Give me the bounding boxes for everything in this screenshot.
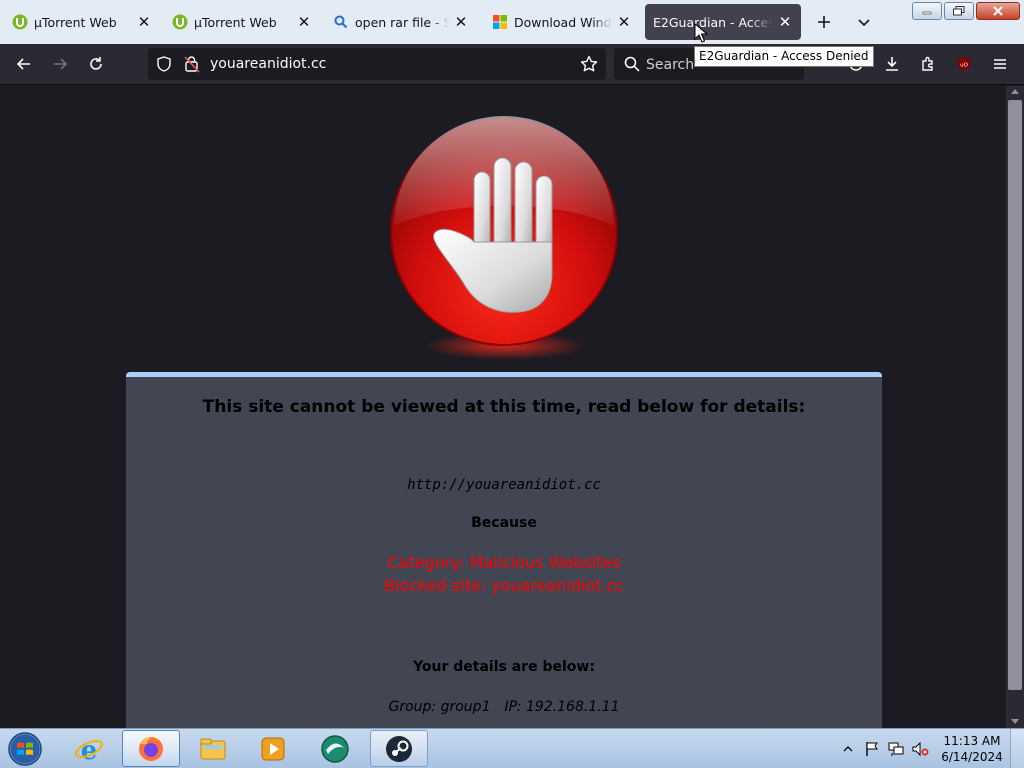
new-tab-button[interactable] bbox=[810, 8, 838, 36]
system-tray: 11:13 AM 6/14/2024 bbox=[836, 729, 1024, 768]
browser-globe-icon bbox=[321, 734, 349, 763]
close-window-button[interactable] bbox=[976, 2, 1020, 20]
taskbar-steam[interactable] bbox=[370, 730, 428, 767]
restore-icon bbox=[953, 6, 965, 16]
url-text[interactable]: youareanidiot.cc bbox=[210, 56, 326, 72]
tab-title: Download Windows bbox=[514, 14, 612, 30]
steam-icon bbox=[386, 735, 412, 762]
utorrent-icon bbox=[12, 14, 28, 30]
tab-close-button[interactable]: ✕ bbox=[296, 14, 312, 30]
scroll-up-arrow-icon[interactable] bbox=[1011, 89, 1019, 94]
tab-title: µTorrent Web bbox=[34, 14, 117, 30]
tracking-protection-shield-icon[interactable] bbox=[156, 56, 172, 76]
tab-e2guardian[interactable]: E2Guardian - Access Denied ✕ bbox=[645, 4, 801, 40]
clock-time: 11:13 AM bbox=[943, 734, 1001, 748]
clock[interactable]: 11:13 AM 6/14/2024 bbox=[938, 733, 1006, 765]
microsoft-icon bbox=[492, 14, 508, 30]
details-heading: Your details are below: bbox=[413, 659, 595, 675]
utorrent-icon bbox=[172, 14, 188, 30]
group-value: Group: group1 bbox=[388, 699, 491, 715]
downloads-button[interactable] bbox=[878, 50, 906, 78]
taskbar-media-player[interactable] bbox=[244, 730, 302, 767]
start-button[interactable] bbox=[6, 731, 44, 767]
app-menu-button[interactable] bbox=[986, 50, 1014, 78]
search-icon bbox=[333, 14, 349, 30]
windows-start-orb-icon bbox=[8, 732, 42, 766]
tab-close-button[interactable]: ✕ bbox=[777, 14, 793, 30]
denied-heading: This site cannot be viewed at this time,… bbox=[202, 397, 806, 417]
reload-button[interactable] bbox=[82, 50, 110, 78]
back-button[interactable] bbox=[10, 50, 38, 78]
close-icon bbox=[993, 6, 1003, 16]
scrollbar-thumb[interactable] bbox=[1008, 100, 1022, 690]
internet-explorer-icon: e bbox=[75, 736, 103, 764]
reason-category: Category: Malicious Websites bbox=[387, 553, 621, 572]
user-details: Group: group1 IP: 192.168.1.11 bbox=[126, 699, 882, 715]
action-center-flag-icon[interactable] bbox=[862, 739, 882, 759]
window-controls bbox=[912, 2, 1020, 20]
page-content: This site cannot be viewed at this time,… bbox=[0, 86, 1006, 728]
taskbar-firefox[interactable] bbox=[122, 730, 180, 767]
show-desktop-button[interactable] bbox=[1010, 729, 1024, 768]
minimize-button[interactable] bbox=[912, 2, 942, 20]
because-label: Because bbox=[471, 515, 537, 531]
windows-taskbar: e 11:13 AM 6/14/2024 bbox=[0, 728, 1024, 768]
network-icon[interactable] bbox=[886, 739, 906, 759]
svg-text:uO: uO bbox=[960, 63, 968, 69]
media-player-icon bbox=[261, 737, 285, 760]
plus-icon bbox=[818, 16, 830, 28]
insecure-lock-icon[interactable] bbox=[184, 55, 200, 77]
arrow-right-icon bbox=[54, 58, 68, 70]
search-icon bbox=[624, 56, 640, 76]
hamburger-menu-icon bbox=[994, 59, 1006, 69]
tab-utorrent-2[interactable]: µTorrent Web ✕ bbox=[164, 4, 320, 40]
tab-close-button[interactable]: ✕ bbox=[136, 14, 152, 30]
bookmark-star-icon[interactable] bbox=[580, 55, 598, 77]
extensions-button[interactable] bbox=[914, 50, 942, 78]
reason-blocked-site: Blocked site: youareanidiot.cc bbox=[383, 576, 625, 595]
scroll-down-arrow-icon[interactable] bbox=[1011, 719, 1019, 724]
file-explorer-icon bbox=[200, 738, 226, 759]
tab-close-button[interactable]: ✕ bbox=[616, 14, 632, 30]
ip-value: IP: 192.168.1.11 bbox=[504, 699, 620, 715]
tab-title: open rar file - Search bbox=[355, 14, 449, 30]
restore-button[interactable] bbox=[944, 2, 974, 20]
taskbar-file-explorer[interactable] bbox=[184, 730, 242, 767]
tab-search[interactable]: open rar file - Search ✕ bbox=[325, 4, 477, 40]
stop-hand-icon bbox=[390, 116, 618, 360]
mouse-cursor-icon bbox=[694, 23, 708, 43]
list-all-tabs-button[interactable] bbox=[850, 8, 878, 36]
tab-title: E2Guardian - Access Denied bbox=[653, 14, 773, 30]
vertical-scrollbar[interactable] bbox=[1006, 86, 1024, 728]
forward-button[interactable] bbox=[46, 50, 74, 78]
tab-strip: µTorrent Web ✕ µTorrent Web ✕ open rar f… bbox=[0, 0, 1024, 44]
chevron-up-icon bbox=[843, 746, 853, 752]
url-bar[interactable]: youareanidiot.cc bbox=[148, 48, 606, 80]
search-placeholder: Search bbox=[646, 57, 695, 73]
puzzle-icon bbox=[922, 56, 933, 71]
volume-muted-icon[interactable] bbox=[910, 739, 930, 759]
ublock-origin-button[interactable]: uO bbox=[950, 50, 978, 78]
tab-close-button[interactable]: ✕ bbox=[453, 14, 469, 30]
firefox-icon bbox=[139, 736, 163, 761]
clock-date: 6/14/2024 bbox=[941, 750, 1003, 764]
tab-utorrent-1[interactable]: µTorrent Web ✕ bbox=[4, 4, 160, 40]
tab-download-windows[interactable]: Download Windows ✕ bbox=[484, 4, 640, 40]
minimize-icon bbox=[922, 11, 932, 15]
tab-tooltip: E2Guardian - Access Denied bbox=[694, 46, 874, 67]
taskbar-browser[interactable] bbox=[306, 730, 364, 767]
show-hidden-icons-button[interactable] bbox=[838, 739, 858, 759]
reload-icon bbox=[90, 57, 102, 70]
arrow-left-icon bbox=[16, 58, 30, 70]
access-denied-panel: This site cannot be viewed at this time,… bbox=[126, 372, 882, 728]
ublock-origin-icon: uO bbox=[958, 57, 970, 71]
taskbar-internet-explorer[interactable]: e bbox=[60, 730, 118, 767]
blocked-url: http://youareanidiot.cc bbox=[407, 477, 601, 493]
chevron-down-icon bbox=[858, 19, 870, 27]
download-icon bbox=[886, 57, 898, 71]
tab-title: µTorrent Web bbox=[194, 14, 277, 30]
